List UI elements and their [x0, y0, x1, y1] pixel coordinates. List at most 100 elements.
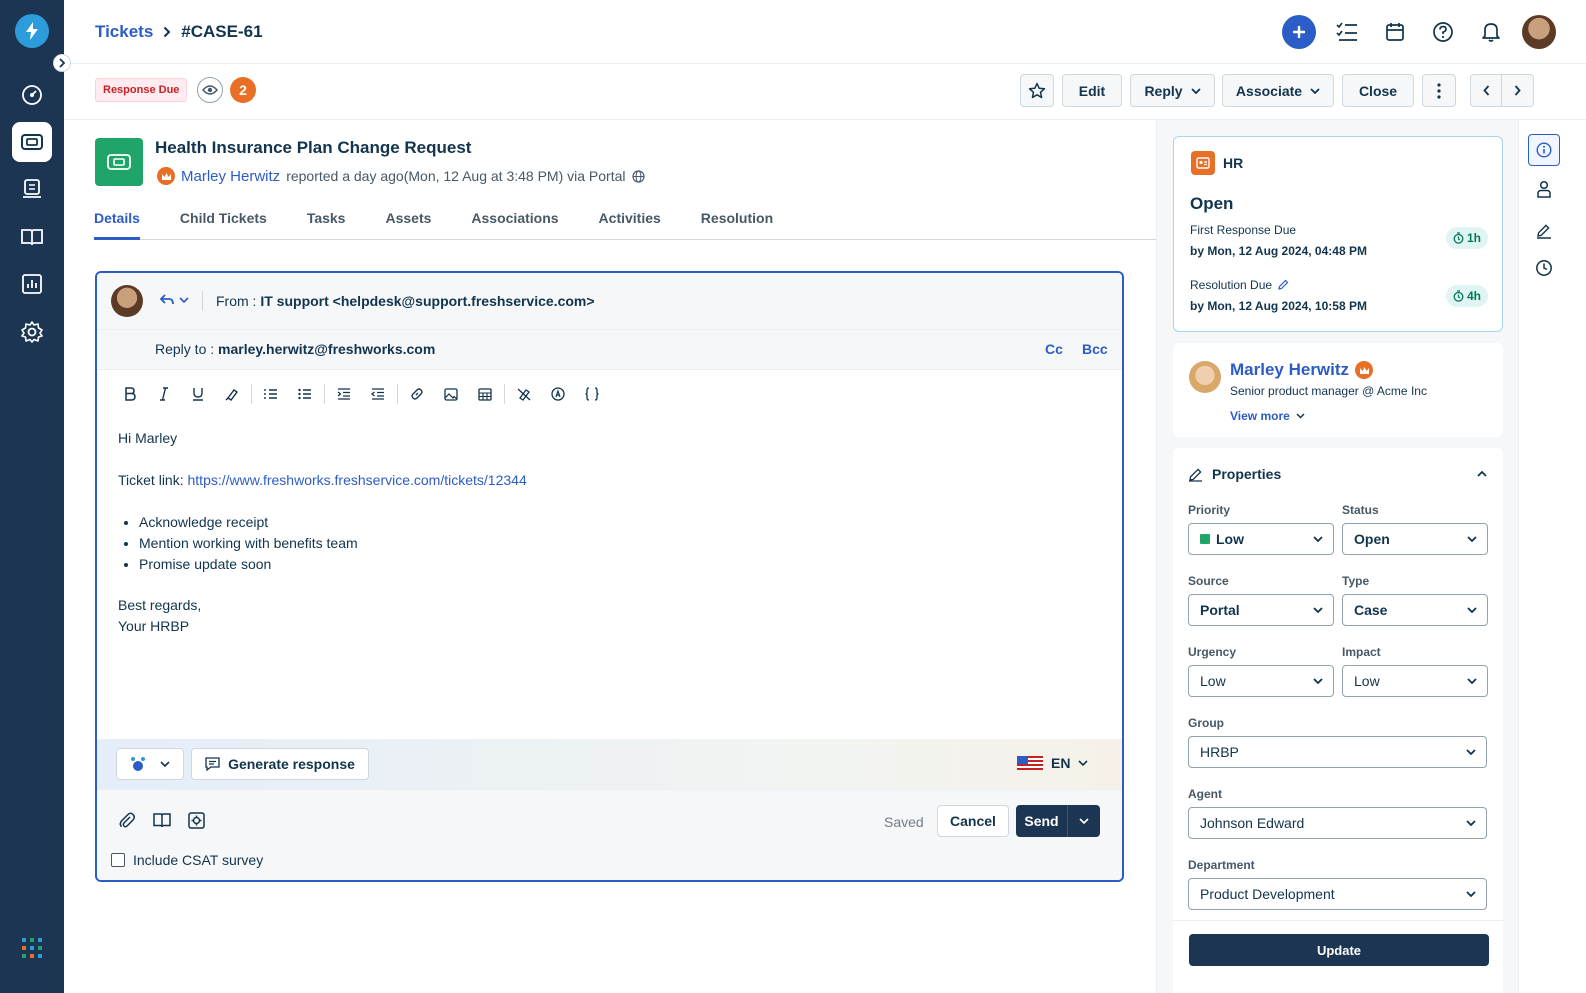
highlight-icon[interactable] [215, 383, 249, 405]
previous-ticket-button[interactable] [1471, 75, 1502, 106]
tab-associations[interactable]: Associations [471, 200, 558, 240]
admin-gear-icon[interactable] [12, 312, 52, 352]
send-options-dropdown[interactable] [1068, 805, 1100, 837]
first-response-timer: 1h [1446, 227, 1489, 249]
resolution-due-row: Resolution Due [1190, 278, 1289, 292]
table-icon[interactable] [468, 383, 502, 405]
solutions-book-icon[interactable] [12, 217, 52, 257]
status-select[interactable]: Open [1342, 523, 1488, 555]
associate-dropdown-button[interactable]: Associate [1222, 74, 1334, 107]
link-icon[interactable] [400, 383, 434, 405]
reply-body-editor[interactable]: Hi Marley Ticket link: https://www.fresh… [118, 428, 527, 637]
viewers-eye-icon[interactable] [197, 77, 223, 103]
italic-icon[interactable] [147, 383, 181, 405]
ai-assistant-dropdown[interactable] [116, 748, 184, 780]
ticket-tabs: Details Child Tickets Tasks Assets Assoc… [94, 200, 1156, 240]
history-clock-icon[interactable] [1535, 259, 1553, 277]
language-selector[interactable]: EN [1017, 755, 1089, 771]
reply-to-field[interactable]: Reply to : marley.herwitz@freshworks.com [155, 341, 435, 357]
agent-avatar [111, 285, 143, 317]
apps-grid-icon[interactable] [22, 938, 42, 958]
agent-value: Johnson Edward [1200, 815, 1305, 831]
reply-composer: From : IT support <helpdesk@support.fres… [95, 271, 1124, 882]
insert-form-icon[interactable] [188, 812, 205, 829]
freshservice-logo-icon[interactable] [15, 14, 49, 48]
bullet-list-icon[interactable] [288, 383, 322, 405]
bcc-button[interactable]: Bcc [1082, 341, 1108, 357]
cc-button[interactable]: Cc [1045, 341, 1063, 357]
source-value: Portal [1200, 602, 1240, 618]
tickets-icon[interactable] [12, 122, 52, 162]
help-icon[interactable] [1426, 15, 1460, 49]
chevron-up-icon[interactable] [1477, 470, 1487, 477]
type-value: Case [1354, 602, 1388, 618]
ordered-list-icon[interactable] [254, 383, 288, 405]
new-plus-icon[interactable] [1282, 15, 1316, 49]
ticket-link-url[interactable]: https://www.freshworks.freshservice.com/… [188, 472, 527, 488]
tab-assets[interactable]: Assets [385, 200, 431, 240]
source-select[interactable]: Portal [1188, 594, 1334, 626]
nav-expand-toggle[interactable] [53, 54, 71, 72]
breadcrumb-tickets-link[interactable]: Tickets [95, 22, 153, 42]
requester-name-link[interactable]: Marley Herwitz [1230, 360, 1349, 380]
generate-response-label: Generate response [228, 756, 355, 772]
edit-notes-icon[interactable] [1536, 223, 1552, 239]
requester-name-row: Marley Herwitz [1230, 360, 1374, 380]
group-select[interactable]: HRBP [1188, 736, 1487, 768]
canned-response-icon[interactable] [541, 383, 575, 405]
department-select[interactable]: Product Development [1188, 878, 1487, 910]
bold-icon[interactable] [113, 383, 147, 405]
solutions-book-icon[interactable] [153, 812, 171, 828]
first-response-timer-value: 1h [1467, 231, 1482, 245]
reply-type-dropdown[interactable] [159, 293, 189, 307]
tab-tasks[interactable]: Tasks [307, 200, 346, 240]
outdent-icon[interactable] [361, 383, 395, 405]
reports-icon[interactable] [12, 264, 52, 304]
calendar-icon[interactable] [1378, 15, 1412, 49]
agent-select[interactable]: Johnson Edward [1188, 807, 1487, 839]
priority-select[interactable]: Low [1188, 523, 1334, 555]
close-ticket-button[interactable]: Close [1342, 74, 1414, 107]
tab-child-tickets[interactable]: Child Tickets [180, 200, 267, 240]
department-value: Product Development [1200, 886, 1335, 902]
from-field[interactable]: From : IT support <helpdesk@support.fres… [216, 293, 595, 309]
chevron-down-icon [1190, 87, 1201, 94]
cancel-button[interactable]: Cancel [937, 805, 1009, 837]
problems-icon[interactable] [12, 169, 52, 209]
urgency-select[interactable]: Low [1188, 665, 1334, 697]
tab-resolution[interactable]: Resolution [701, 200, 773, 240]
reply-dropdown-button[interactable]: Reply [1130, 74, 1215, 107]
clear-format-icon[interactable] [507, 383, 541, 405]
user-avatar[interactable] [1522, 15, 1556, 49]
generate-response-button[interactable]: Generate response [191, 748, 369, 780]
send-button[interactable]: Send [1016, 805, 1068, 837]
csat-checkbox[interactable] [111, 853, 125, 867]
contact-person-icon[interactable] [1536, 180, 1552, 198]
next-ticket-button[interactable] [1502, 75, 1533, 106]
attachment-icon[interactable] [119, 812, 135, 830]
view-more-link[interactable]: View more [1230, 409, 1305, 423]
indent-icon[interactable] [327, 383, 361, 405]
code-braces-icon[interactable] [575, 383, 609, 405]
right-icon-rail [1518, 120, 1586, 993]
impact-select[interactable]: Low [1342, 665, 1488, 697]
image-icon[interactable] [434, 383, 468, 405]
tab-details[interactable]: Details [94, 200, 140, 240]
notifications-bell-icon[interactable] [1474, 15, 1508, 49]
edit-button[interactable]: Edit [1062, 74, 1122, 107]
edit-pencil-icon[interactable] [1277, 279, 1289, 291]
type-select[interactable]: Case [1342, 594, 1488, 626]
tab-activities[interactable]: Activities [599, 200, 661, 240]
viewer-count-badge[interactable]: 2 [230, 77, 256, 103]
update-button[interactable]: Update [1189, 934, 1489, 966]
chevron-down-icon [1467, 536, 1477, 542]
more-options-button[interactable] [1422, 74, 1456, 107]
properties-header[interactable]: Properties [1188, 466, 1281, 482]
from-row: From : IT support <helpdesk@support.fres… [97, 273, 1122, 330]
todo-list-icon[interactable] [1330, 15, 1364, 49]
requester-link[interactable]: Marley Herwitz [181, 168, 280, 185]
info-icon[interactable] [1528, 134, 1560, 166]
favorite-star-button[interactable] [1020, 74, 1054, 107]
underline-icon[interactable] [181, 383, 215, 405]
dashboard-icon[interactable] [12, 75, 52, 115]
